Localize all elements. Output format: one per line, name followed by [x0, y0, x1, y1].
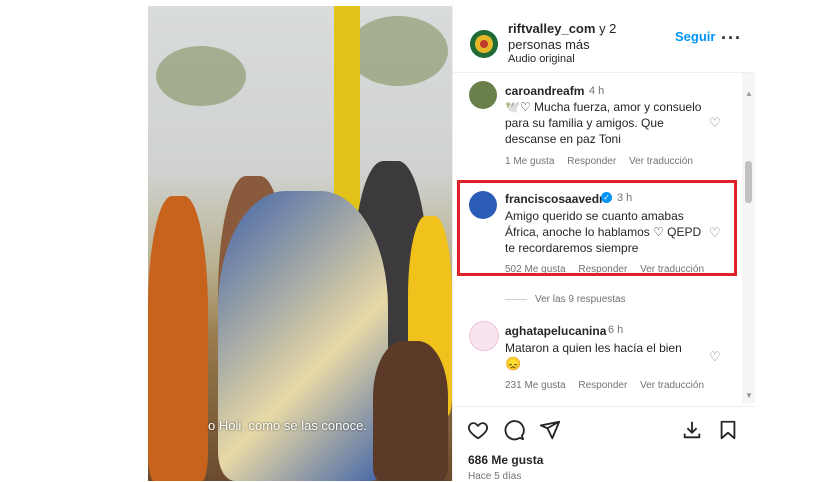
reply-button[interactable]: Responder — [567, 156, 616, 167]
video-caption: o Holi, como se las conoce. — [208, 418, 367, 433]
comment-highlight-box — [457, 180, 737, 276]
comment-item: aghatapelucanina 6 h Mataron a quien les… — [453, 315, 743, 403]
like-comment-icon[interactable]: ♡ — [709, 115, 723, 130]
save-bookmark-icon[interactable] — [717, 419, 739, 441]
comment-time[interactable]: 4 h — [589, 85, 604, 97]
post-likes-count[interactable]: 686 Me gusta — [468, 453, 543, 467]
comment-item: caroandreafm 4 h 🕊️♡ Mucha fuerza, amor … — [453, 73, 743, 173]
follow-button[interactable]: Seguir — [675, 29, 715, 44]
post-header: riftvalley_com y 2 personas más Audio or… — [453, 6, 755, 73]
tree-foliage — [348, 16, 448, 86]
author-avatar[interactable] — [470, 30, 498, 58]
view-replies-button[interactable]: Ver las 9 respuestas — [505, 294, 626, 305]
view-replies-label[interactable]: Ver las 9 respuestas — [535, 294, 626, 305]
comments-scrollbar[interactable]: ▲ ▼ — [742, 73, 755, 403]
comment-actions: 1 Me gusta Responder Ver traducción — [505, 156, 703, 167]
share-paper-plane-icon[interactable] — [539, 419, 561, 441]
more-options-icon[interactable]: ··· — [721, 28, 742, 49]
scroll-up-arrow-icon[interactable]: ▲ — [745, 89, 753, 98]
scrollbar-thumb[interactable] — [745, 161, 752, 203]
person-figure — [148, 196, 208, 481]
comment-username[interactable]: aghatapelucanina — [505, 324, 606, 338]
commenter-avatar[interactable] — [469, 81, 497, 109]
download-icon[interactable] — [681, 419, 703, 441]
reply-button[interactable]: Responder — [578, 380, 627, 391]
scroll-down-arrow-icon[interactable]: ▼ — [745, 391, 753, 400]
comment-username[interactable]: caroandreafm — [505, 84, 584, 98]
like-heart-icon[interactable] — [467, 419, 489, 441]
author-line: riftvalley_com y 2 personas más — [508, 21, 668, 53]
author-username[interactable]: riftvalley_com — [508, 21, 595, 36]
comment-bubble-icon[interactable] — [503, 419, 525, 441]
post-actions-bar: 686 Me gusta Hace 5 días — [453, 406, 755, 482]
sad-face-emoji: 😞 — [505, 356, 522, 371]
comment-text: Mataron a quien les hacía el bien — [505, 341, 682, 355]
commenter-avatar[interactable] — [469, 321, 499, 351]
elder-figure — [218, 191, 388, 481]
like-comment-icon[interactable]: ♡ — [709, 349, 723, 364]
comment-likes[interactable]: 231 Me gusta — [505, 380, 566, 391]
child-figure — [373, 341, 448, 481]
translate-button[interactable]: Ver traducción — [640, 380, 704, 391]
comment-text: 🕊️♡ Mucha fuerza, amor y consuelo para s… — [505, 100, 702, 146]
post-date[interactable]: Hace 5 días — [468, 471, 521, 482]
comment-likes[interactable]: 1 Me gusta — [505, 156, 554, 167]
comment-time[interactable]: 6 h — [608, 324, 623, 336]
translate-button[interactable]: Ver traducción — [629, 156, 693, 167]
replies-divider — [505, 298, 527, 300]
audio-label[interactable]: Audio original — [508, 53, 575, 65]
post-media[interactable]: o Holi, como se las conoce. — [148, 6, 452, 481]
tree-foliage — [156, 46, 246, 106]
comment-actions: 231 Me gusta Responder Ver traducción — [505, 380, 714, 391]
